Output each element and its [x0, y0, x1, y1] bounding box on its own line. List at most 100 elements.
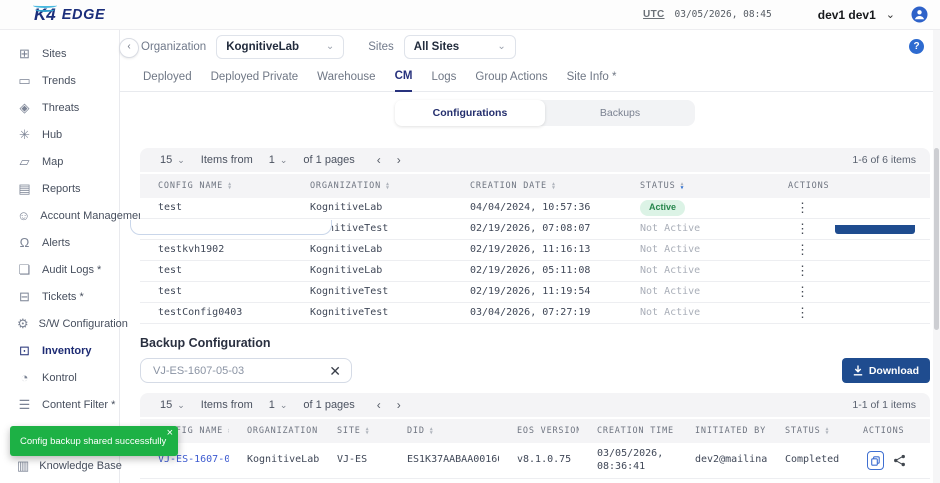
user-badge-icon[interactable]: [911, 6, 928, 23]
logo-edge: EDGE: [62, 7, 106, 23]
map-icon: ▱: [17, 154, 32, 169]
sidebar-item-account-management[interactable]: ☺ Account Management: [0, 202, 119, 229]
sidebar-collapse-button[interactable]: ‹: [119, 38, 139, 58]
download-button[interactable]: Download: [842, 358, 930, 383]
tab-cm[interactable]: CM: [395, 70, 413, 92]
column-header: CONFIG NAME▲▼: [140, 181, 292, 191]
sort-icon[interactable]: ▲▼: [826, 427, 830, 436]
kebab-menu-icon[interactable]: ⋮: [770, 284, 930, 300]
column-header: ORGANIZATION▲▼: [292, 181, 452, 191]
configurations-table-card: 15⌄ Items from 1⌄ of 1 pages ‹ › 1-6 of …: [140, 148, 930, 324]
backup-config-name-link[interactable]: VJ-ES-1607-05-: [140, 454, 229, 467]
page-size-select[interactable]: 15⌄: [160, 399, 185, 411]
tab-group-actions[interactable]: Group Actions: [475, 71, 547, 91]
tab-warehouse[interactable]: Warehouse: [317, 71, 375, 91]
sidebar-item-threats[interactable]: ◈ Threats: [0, 94, 119, 121]
filter-row: Organization KognitiveLab ⌄ Sites All Si…: [120, 30, 940, 64]
config-table-row: testKognitiveTest02/19/2026, 11:19:54Not…: [140, 282, 930, 303]
pages-label: of 1 pages: [303, 154, 354, 166]
sidebar-item-map[interactable]: ▱ Map: [0, 148, 119, 175]
next-page-icon[interactable]: ›: [397, 399, 401, 411]
next-page-icon[interactable]: ›: [397, 154, 401, 166]
sidebar-item-hub[interactable]: ✳ Hub: [0, 121, 119, 148]
backup-configuration-title: Backup Configuration: [140, 336, 930, 350]
sidebar-item-inventory[interactable]: ⊡ Inventory: [0, 337, 119, 364]
column-header: CREATION DATE▲▼: [452, 181, 622, 191]
prev-page-icon[interactable]: ‹: [377, 399, 381, 411]
kebab-menu-icon[interactable]: ⋮: [770, 200, 930, 216]
sidebar-item-trends[interactable]: ▭ Trends: [0, 67, 119, 94]
pages-label: of 1 pages: [303, 399, 354, 411]
hub-icon: ✳: [17, 127, 32, 142]
subtab-configurations[interactable]: Configurations: [395, 100, 545, 126]
sites-select[interactable]: All Sites ⌄: [404, 35, 516, 59]
column-header: ORGANIZATION▲▼: [229, 426, 319, 436]
sidebar-item-sites[interactable]: ⊞ Sites: [0, 40, 119, 67]
page-select[interactable]: 1⌄: [269, 399, 288, 411]
sort-icon[interactable]: ▲▼: [430, 427, 434, 436]
share-icon[interactable]: [893, 454, 906, 467]
sw-config-icon: ⚙: [17, 316, 29, 331]
page: K4 EDGE UTC 03/05/2026, 08:45 dev1 dev1 …: [0, 0, 940, 483]
vertical-scrollbar[interactable]: [933, 30, 940, 483]
chevron-down-icon[interactable]: ⌄: [886, 10, 895, 20]
knowledge-base-icon: ▥: [17, 458, 29, 473]
sidebar-item-kontrol[interactable]: ◔ Kontrol: [0, 364, 119, 391]
audit-log-icon: ❏: [17, 262, 32, 277]
content-filter-icon: ☰: [17, 397, 32, 412]
subtab-backups[interactable]: Backups: [545, 100, 695, 126]
toast-close-icon[interactable]: ×: [167, 427, 173, 439]
sort-icon[interactable]: ▲▼: [681, 182, 685, 191]
sidebar-item-alerts[interactable]: Ω Alerts: [0, 229, 119, 256]
page-select[interactable]: 1⌄: [269, 154, 288, 166]
backup-table-row: VJ-ES-1607-05- KognitiveLab VJ-ES ES1K37…: [140, 443, 930, 479]
sidebar-item-content-filter[interactable]: ☰ Content Filter *: [0, 391, 119, 418]
download-icon: [853, 365, 863, 376]
monitor-icon: ▭: [17, 73, 32, 88]
tab-deployed-private[interactable]: Deployed Private: [211, 71, 299, 91]
sort-icon[interactable]: ▲▼: [386, 182, 390, 191]
status-cell: Not Active: [622, 265, 770, 278]
tab-logs[interactable]: Logs: [431, 71, 456, 91]
kebab-menu-icon[interactable]: ⋮: [770, 263, 930, 279]
status-badge: Active: [640, 200, 685, 215]
content: Configurations Backups 15⌄ Items from 1⌄…: [120, 100, 940, 479]
tab-deployed[interactable]: Deployed: [143, 71, 192, 91]
organization-select[interactable]: KognitiveLab ⌄: [216, 35, 344, 59]
kebab-menu-icon[interactable]: ⋮: [770, 305, 930, 321]
sort-icon[interactable]: ▲▼: [366, 427, 370, 436]
sidebar-item-tickets[interactable]: ⊟ Tickets *: [0, 283, 119, 310]
copy-icon[interactable]: [867, 451, 884, 470]
backup-table-card: 15⌄ Items from 1⌄ of 1 pages ‹ › 1-1 of …: [140, 393, 930, 479]
config-search-input-cutoff[interactable]: [130, 220, 332, 235]
status-cell: Active: [622, 200, 770, 215]
items-from-label: Items from: [201, 154, 253, 166]
sidebar-item-knowledge-base[interactable]: ▥ Knowledge Base: [0, 452, 119, 479]
user-menu[interactable]: dev1 dev1: [818, 8, 876, 22]
sidebar-item-s-w-configuration[interactable]: ⚙ S/W Configuration: [0, 310, 119, 337]
help-icon[interactable]: ?: [909, 39, 924, 54]
toast-message: Config backup shared successfully: [10, 436, 166, 447]
scrollbar-thumb[interactable]: [934, 148, 939, 330]
main-area: ‹ Organization KognitiveLab ⌄ Sites All …: [120, 30, 940, 483]
backup-search-input[interactable]: [141, 365, 319, 377]
kebab-menu-icon[interactable]: ⋮: [770, 242, 930, 258]
tab-bar: Deployed Deployed Private Warehouse CM Logs G…: [120, 64, 940, 92]
sidebar-item-reports[interactable]: ▤ Reports: [0, 175, 119, 202]
page-size-select[interactable]: 15⌄: [160, 154, 185, 166]
config-table-row: testKognitiveLab04/04/2024, 10:57:36Acti…: [140, 198, 930, 219]
sites-label: Sites: [368, 41, 394, 53]
sort-icon[interactable]: ▲▼: [228, 182, 232, 191]
column-header: EOS VERSION▲▼: [499, 426, 579, 436]
report-icon: ▤: [17, 181, 32, 196]
sidebar-item-audit-logs[interactable]: ❏ Audit Logs *: [0, 256, 119, 283]
create-config-button-cutoff[interactable]: [835, 225, 915, 234]
utc-toggle[interactable]: UTC: [643, 9, 664, 20]
clear-search-icon[interactable]: ✕: [319, 364, 351, 378]
prev-page-icon[interactable]: ‹: [377, 154, 381, 166]
tab-site-info[interactable]: Site Info *: [567, 71, 617, 91]
ticket-icon: ⊟: [17, 289, 32, 304]
config-table-row: testkvh1902KognitiveLab02/19/2026, 11:16…: [140, 240, 930, 261]
chevron-down-icon: ⌄: [497, 42, 505, 52]
sort-icon[interactable]: ▲▼: [552, 182, 556, 191]
